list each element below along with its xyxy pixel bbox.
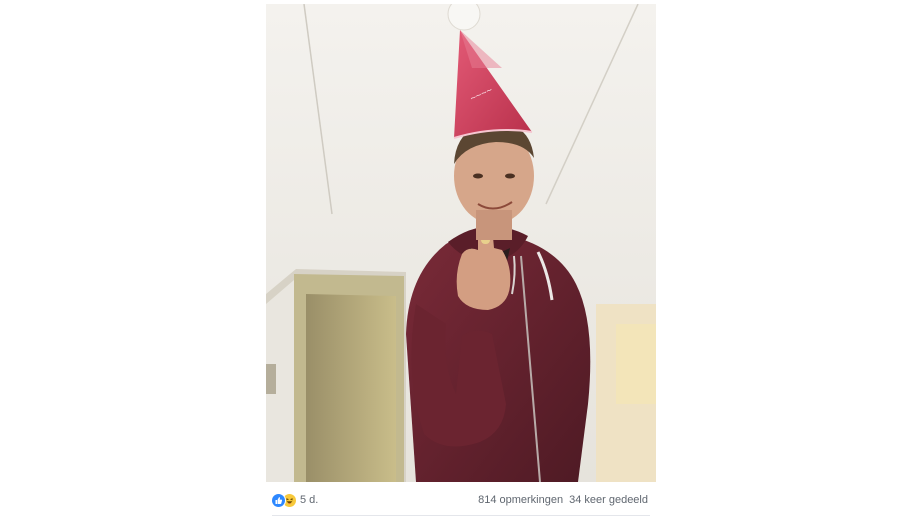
page: ~~~~ 5 d. 814 opmerkingen 34 keer gedeel… (0, 0, 920, 518)
like-icon[interactable] (272, 493, 285, 507)
post-photo-illustration: ~~~~ (266, 4, 656, 482)
reactions-summary[interactable]: 5 d. (272, 493, 318, 507)
post-footer: 5 d. 814 opmerkingen 34 keer gedeeld (266, 482, 656, 518)
footer-divider (272, 515, 650, 516)
facebook-post-card: ~~~~ 5 d. 814 opmerkingen 34 keer gedeel… (266, 4, 656, 518)
post-photo[interactable]: ~~~~ (266, 4, 656, 482)
engagement-counts: 814 opmerkingen 34 keer gedeeld (478, 494, 648, 506)
comments-count[interactable]: 814 opmerkingen (478, 494, 563, 506)
post-age[interactable]: 5 d. (300, 494, 318, 506)
shares-count[interactable]: 34 keer gedeeld (569, 494, 648, 506)
